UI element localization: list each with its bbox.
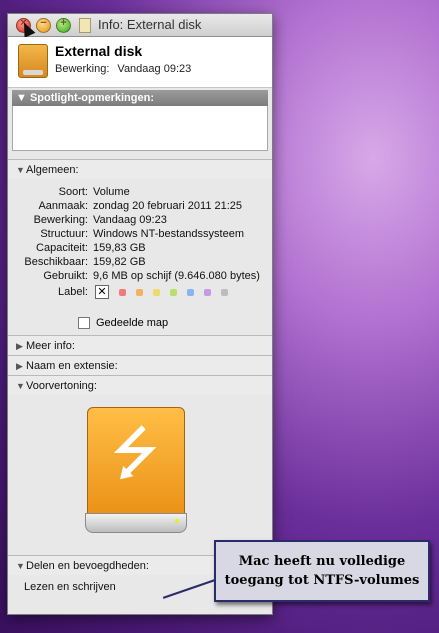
modified-line: Bewerking: Vandaag 09:23 [55,63,191,75]
drive-led [175,519,179,523]
info-row: Bewerking: Vandaag 09:23 [8,213,272,227]
name-extension-section-header[interactable]: ▶ Naam en extensie: [8,355,272,375]
info-row: Structuur: Windows NT-bestandssysteem [8,227,272,241]
minimize-button[interactable]: − [36,17,51,33]
spotlight-comments-field[interactable] [12,106,268,151]
shared-folder-label: Gedeelde map [96,317,169,329]
callout-line-1: Mac heeft nu volledige [238,554,406,569]
drive-base [85,513,187,533]
mouse-pointer-icon [18,20,36,38]
general-info: Soort: Volume Aanmaak: zondag 20 februari … [8,179,272,303]
window-title: Info: External disk [98,17,202,32]
info-value: Volume [93,186,130,198]
info-key: Soort: [58,186,88,198]
label-color-blue[interactable] [187,288,194,296]
label-row: Label: ✕ [8,285,272,299]
usb-symbol-icon: ⭍ [110,421,160,486]
modified-label: Bewerking: [55,63,110,75]
info-row: Gebruikt: 9,6 MB op schijf (9.646.080 byt… [8,269,272,283]
info-value: 9,6 MB op schijf (9.646.080 bytes) [93,270,260,282]
info-row: Beschikbaar: 159,82 GB [8,255,272,269]
zoom-button[interactable]: + [56,17,71,33]
info-value: Vandaag 09:23 [93,214,167,226]
file-name: External disk [55,43,143,59]
modified-value: Vandaag 09:23 [117,63,192,75]
preview-area: ⭍ [8,395,272,555]
label-color-purple[interactable] [204,288,211,296]
preview-section-header[interactable]: ▼Voorvertoning: [8,375,272,395]
info-key: Gebruikt: [43,270,88,282]
disclosure-closed-icon: ▶ [16,341,23,351]
disclosure-open-icon: ▼ [16,381,25,391]
disclosure-open-icon: ▼ [16,561,25,571]
minimize-icon: − [40,17,47,29]
general-label: Algemeen: [26,164,79,176]
file-header: External disk Bewerking: Vandaag 09:23 [8,37,272,88]
title-bar[interactable]: × − + Info: External disk [8,14,272,38]
spotlight-label: Spotlight-opmerkingen: [29,92,154,104]
info-window: × − + Info: External disk External disk … [7,13,273,615]
preview-label: Voorvertoning: [26,380,97,392]
label-color-red[interactable] [119,288,126,296]
sharing-label: Delen en bevoegdheden: [26,560,149,572]
shared-folder-checkbox[interactable] [78,317,90,329]
label-color-gray[interactable] [221,288,228,296]
disclosure-open-icon: ▼ [16,92,27,104]
zoom-icon: + [60,17,67,29]
annotation-callout: Mac heeft nu volledige toegang tot NTFS-… [214,540,430,602]
general-section-header[interactable]: ▼Algemeen: [8,159,272,179]
info-row: Capaciteit: 159,83 GB [8,241,272,255]
label-color-orange[interactable] [136,288,143,296]
shared-folder-option: Gedeelde map [8,303,272,335]
info-row: Aanmaak: zondag 20 februari 2011 21:25 [8,199,272,213]
info-value: Windows NT-bestandssysteem [93,228,244,240]
callout-line-2: toegang tot NTFS-volumes [224,573,420,588]
disclosure-closed-icon: ▶ [16,361,23,371]
info-key: Aanmaak: [38,200,88,212]
info-key: Beschikbaar: [24,256,88,268]
info-key: Structuur: [40,228,88,240]
info-value: zondag 20 februari 2011 21:25 [93,200,243,212]
info-row: Soort: Volume [8,185,272,199]
info-key: Capaciteit: [36,242,88,254]
info-key: Bewerking: [33,214,88,226]
document-icon [79,18,91,33]
info-value: 159,82 GB [93,256,146,268]
label-color-yellow[interactable] [153,288,160,296]
spotlight-section-header[interactable]: ▼ Spotlight-opmerkingen: [12,90,268,106]
disclosure-open-icon: ▼ [16,165,25,175]
label-color-green[interactable] [170,288,177,296]
info-value: 159,83 GB [93,242,146,254]
name-extension-label: Naam en extensie: [26,360,118,372]
no-label-button[interactable]: ✕ [95,285,109,299]
more-info-section-header[interactable]: ▶ Meer info: [8,335,272,355]
label-key: Label: [58,286,88,298]
external-disk-icon [18,44,48,78]
more-info-label: Meer info: [26,340,75,352]
